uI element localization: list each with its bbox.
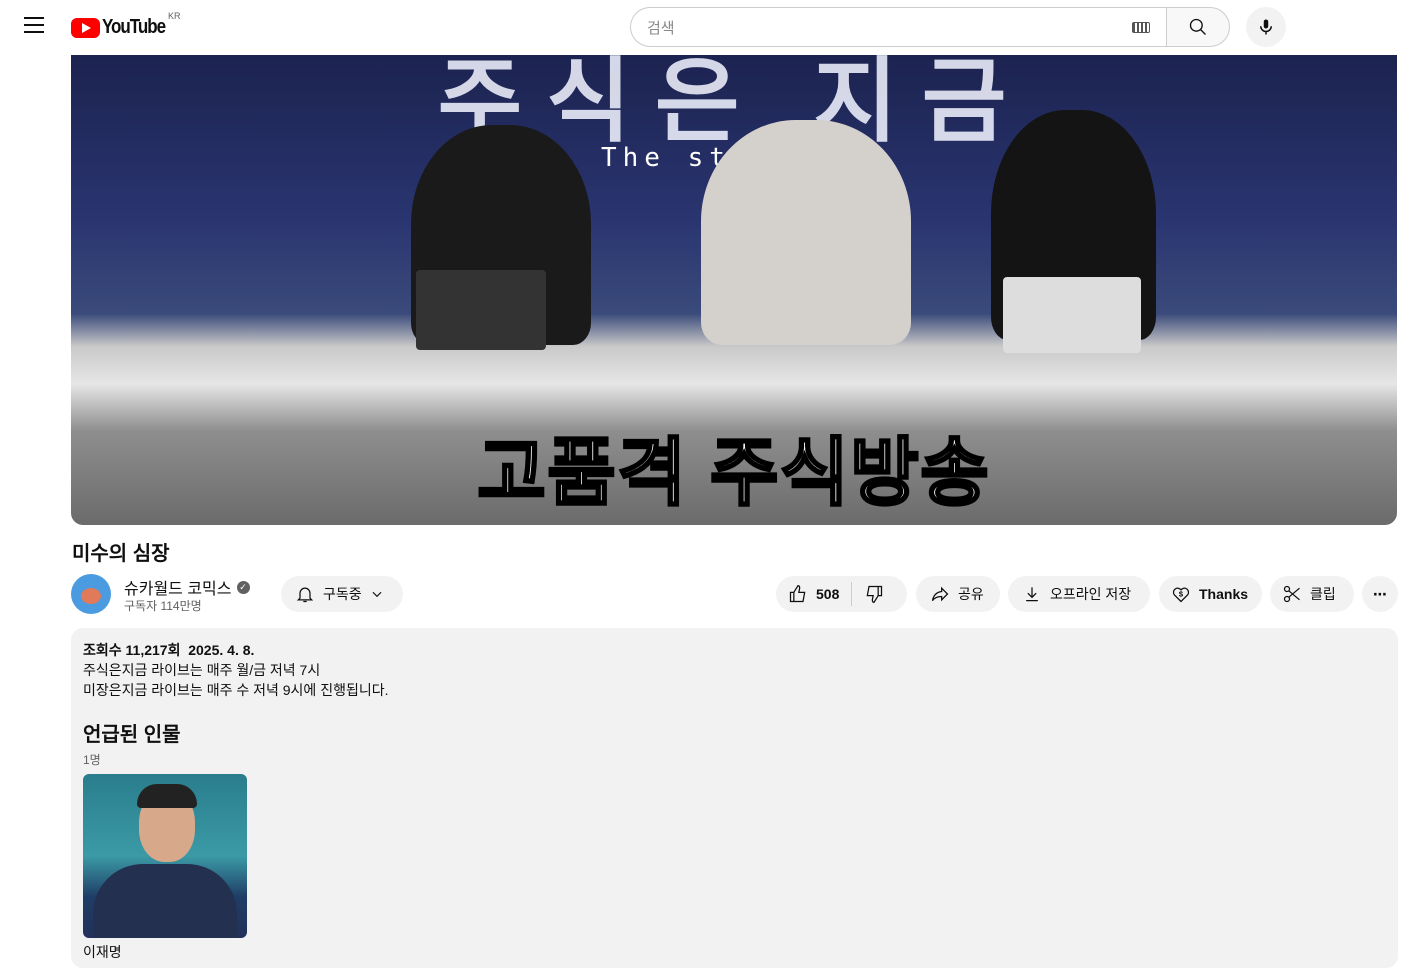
top-bar: YouTube KR 검색 xyxy=(0,0,1412,55)
description-box[interactable]: 조회수 11,217회 2025. 4. 8. 주식은지금 라이브는 매주 월/… xyxy=(71,628,1398,968)
person-hair xyxy=(137,784,197,808)
people-count: 1명 xyxy=(83,753,101,767)
youtube-logo[interactable]: YouTube KR xyxy=(71,11,181,39)
subscribe-label: 구독중 xyxy=(323,586,362,602)
search-bar: 검색 xyxy=(630,7,1230,47)
people-heading: 언급된 인물 xyxy=(83,724,181,746)
download-label: 오프라인 저장 xyxy=(1050,586,1132,602)
subscribe-button[interactable]: 구독중 xyxy=(281,576,403,612)
search-button[interactable] xyxy=(1166,7,1230,47)
clip-button[interactable]: 클립 xyxy=(1270,576,1354,612)
more-actions-button[interactable]: ⋯ xyxy=(1362,576,1398,612)
region-label: KR xyxy=(168,11,181,21)
description-line: 주식은지금 라이브는 매주 월/금 저녁 7시 xyxy=(83,662,321,678)
clip-label: 클립 xyxy=(1310,586,1336,602)
logo-text: YouTube xyxy=(102,16,166,38)
scissors-icon xyxy=(1283,585,1300,603)
search-icon xyxy=(1189,18,1206,35)
laptop xyxy=(1003,277,1141,353)
share-icon xyxy=(931,586,949,602)
channel-avatar[interactable] xyxy=(71,574,111,614)
thanks-label: Thanks xyxy=(1199,586,1249,602)
video-caption: 고품격 주식방송 xyxy=(476,430,991,516)
person-suit xyxy=(93,864,237,938)
bell-icon xyxy=(296,587,314,603)
person-name[interactable]: 이재명 xyxy=(83,942,1386,962)
host-center xyxy=(701,120,911,345)
chevron-down-icon xyxy=(372,591,382,598)
svg-text:$: $ xyxy=(1179,590,1184,599)
channel-name-text: 슈카월드 코믹스 xyxy=(124,581,232,598)
search-placeholder: 검색 xyxy=(647,19,675,37)
description-line: 미장은지금 라이브는 매주 수 저녁 9시에 진행됩니다. xyxy=(83,682,389,698)
microphone-icon xyxy=(1260,19,1272,35)
like-count: 508 xyxy=(816,586,840,602)
channel-name[interactable]: 슈카월드 코믹스 ✓ xyxy=(124,575,250,599)
thumbs-up-icon xyxy=(789,585,806,603)
share-label: 공유 xyxy=(958,586,984,602)
divider xyxy=(851,582,853,606)
heart-dollar-icon: $ xyxy=(1172,587,1190,603)
download-icon xyxy=(1026,587,1038,602)
video-title: 미수의 심장 xyxy=(72,543,170,565)
video-player[interactable]: 주식은 지금 The stock now 고품격 주식방송 xyxy=(71,55,1397,525)
laptop xyxy=(416,270,546,350)
like-dislike-group: 508 xyxy=(776,576,907,612)
view-stats: 조회수 11,217회 2025. 4. 8. xyxy=(83,642,255,658)
search-input[interactable]: 검색 xyxy=(630,7,1166,47)
thumbs-down-icon[interactable] xyxy=(864,584,884,604)
verified-icon: ✓ xyxy=(236,580,250,594)
menu-icon[interactable] xyxy=(24,17,44,33)
share-button[interactable]: 공유 xyxy=(916,576,1000,612)
thanks-button[interactable]: $ Thanks xyxy=(1159,576,1262,612)
voice-search-button[interactable] xyxy=(1246,7,1286,47)
person-thumbnail[interactable] xyxy=(83,774,247,938)
keyboard-icon[interactable] xyxy=(1132,21,1150,33)
play-logo-icon xyxy=(71,17,100,38)
like-button[interactable]: 508 xyxy=(788,584,839,604)
more-icon: ⋯ xyxy=(1373,585,1387,602)
subscriber-count: 구독자 114만명 xyxy=(124,599,202,613)
download-button[interactable]: 오프라인 저장 xyxy=(1008,576,1150,612)
